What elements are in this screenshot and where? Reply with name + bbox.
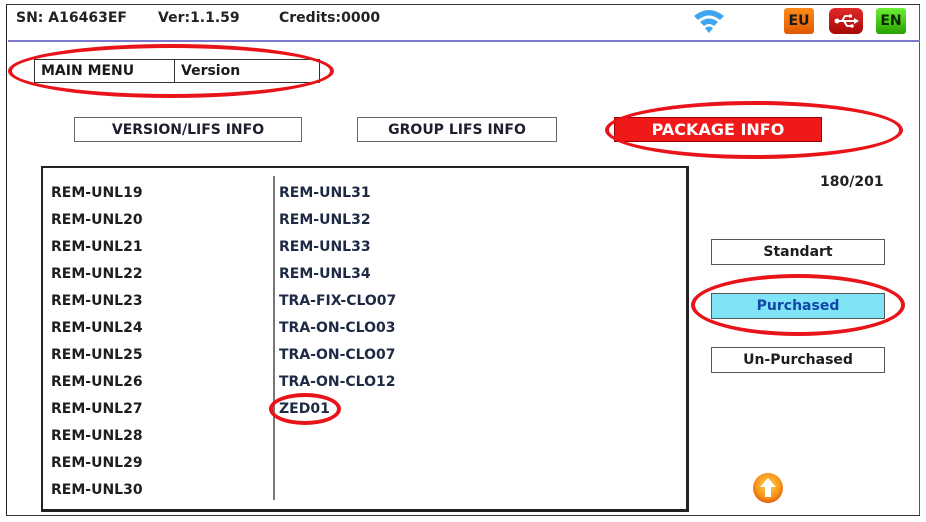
package-list-item: TRA-FIX-CLO07	[279, 293, 397, 309]
package-list-item: REM-UNL19	[51, 185, 143, 201]
column-divider	[273, 176, 275, 500]
package-list-item: REM-UNL23	[51, 293, 143, 309]
package-list-item: REM-UNL25	[51, 347, 143, 363]
package-list[interactable]: REM-UNL19 REM-UNL20 REM-UNL21 REM-UNL22 REM-…	[41, 166, 689, 512]
package-list-item: REM-UNL32	[279, 212, 371, 228]
filter-standart-button[interactable]: Standart	[711, 239, 885, 265]
package-list-item: REM-UNL34	[279, 266, 371, 282]
arrow-up-icon[interactable]	[752, 472, 784, 504]
region-badge[interactable]: EU	[784, 8, 814, 34]
usb-icon	[829, 8, 863, 34]
filter-un-purchased-button[interactable]: Un-Purchased	[711, 347, 885, 373]
package-list-item: TRA-ON-CLO07	[279, 347, 396, 363]
wifi-icon	[694, 10, 724, 33]
package-list-item: REM-UNL24	[51, 320, 143, 336]
header-divider	[8, 40, 920, 42]
package-list-item: REM-UNL26	[51, 374, 143, 390]
package-list-item: REM-UNL30	[51, 482, 143, 498]
package-list-item: REM-UNL28	[51, 428, 143, 444]
package-list-item: REM-UNL27	[51, 401, 143, 417]
package-column-1: REM-UNL19 REM-UNL20 REM-UNL21 REM-UNL22 REM-…	[51, 180, 143, 504]
filter-purchased-button[interactable]: Purchased	[711, 293, 885, 319]
tab-group-lifs-info[interactable]: GROUP LIFS INFO	[357, 117, 557, 142]
package-list-item: REM-UNL20	[51, 212, 143, 228]
firmware-version: Ver:1.1.59	[158, 10, 240, 26]
credits: Credits:0000	[279, 10, 381, 26]
package-list-item: REM-UNL33	[279, 239, 371, 255]
package-list-item: REM-UNL22	[51, 266, 143, 282]
breadcrumb: MAIN MENU Version	[34, 59, 320, 83]
serial-number: SN: A16463EF	[16, 10, 127, 26]
breadcrumb-current: Version	[181, 63, 241, 79]
package-list-item: REM-UNL21	[51, 239, 143, 255]
tab-version-lifs-info[interactable]: VERSION/LIFS INFO	[74, 117, 302, 142]
package-list-item: ZED01	[279, 401, 330, 417]
package-column-2: REM-UNL31 REM-UNL32 REM-UNL33 REM-UNL34 TRA-…	[279, 180, 396, 423]
package-list-item: TRA-ON-CLO12	[279, 374, 396, 390]
package-list-item: TRA-ON-CLO03	[279, 320, 396, 336]
breadcrumb-root[interactable]: MAIN MENU	[35, 60, 175, 82]
package-list-item: REM-UNL29	[51, 455, 143, 471]
language-badge[interactable]: EN	[876, 8, 906, 34]
package-counter: 180/201	[820, 174, 884, 190]
package-list-item: REM-UNL31	[279, 185, 371, 201]
tab-package-info[interactable]: PACKAGE INFO	[614, 117, 822, 142]
